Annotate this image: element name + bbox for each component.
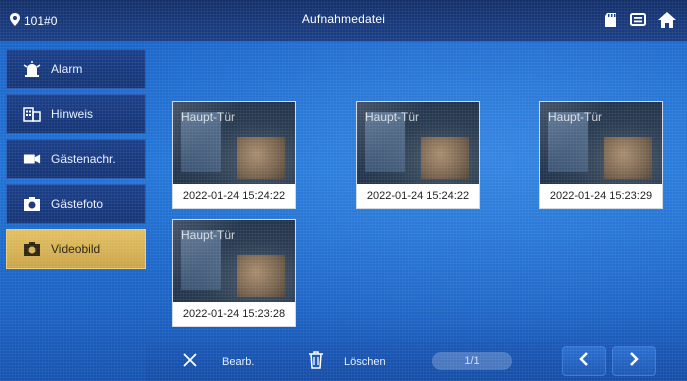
- chevron-right-icon: [628, 351, 640, 372]
- recording-image: Haupt-Tür: [173, 220, 295, 303]
- sidebar-item-label: Hinweis: [51, 107, 94, 121]
- edit-label: Bearb.: [222, 355, 255, 368]
- recording-datetime: 2022-01-24 15:23:28: [173, 302, 295, 326]
- sidebar-item-label: Gästefoto: [51, 197, 104, 211]
- edit-button[interactable]: Bearb.: [182, 352, 254, 371]
- page-indicator: 1/1: [432, 352, 512, 370]
- recording-thumbnail[interactable]: Haupt-Tür 2022-01-24 15:24:22: [356, 101, 480, 209]
- recording-image: Haupt-Tür: [173, 102, 295, 185]
- camera-overlay-text: Haupt-Tür: [181, 110, 236, 124]
- recording-thumbnail[interactable]: Haupt-Tür 2022-01-24 15:24:22: [172, 101, 296, 209]
- sidebar-item-label: Videobild: [51, 242, 101, 256]
- trash-icon: [306, 350, 326, 373]
- alarm-icon: [23, 61, 41, 77]
- sd-card-icon[interactable]: [601, 10, 621, 30]
- sidebar-item-gaestenachr[interactable]: Gästenachr.: [6, 139, 146, 179]
- message-icon[interactable]: [629, 10, 649, 30]
- recording-image: Haupt-Tür: [540, 102, 662, 185]
- notice-icon: [23, 106, 41, 122]
- top-icons: [601, 10, 677, 30]
- sidebar-item-label: Alarm: [51, 62, 83, 76]
- chevron-left-icon: [578, 351, 590, 372]
- delete-button[interactable]: Löschen: [306, 350, 386, 373]
- recording-thumbnail[interactable]: Haupt-Tür 2022-01-24 15:23:28: [172, 219, 296, 327]
- next-page-button[interactable]: [612, 346, 656, 376]
- sidebar-item-hinweis[interactable]: Hinweis: [6, 94, 146, 134]
- close-icon: [182, 352, 198, 371]
- prev-page-button[interactable]: [562, 346, 606, 376]
- camera-overlay-text: Haupt-Tür: [181, 228, 236, 242]
- sidebar-item-alarm[interactable]: Alarm: [6, 49, 146, 89]
- camera-overlay-text: Haupt-Tür: [365, 110, 420, 124]
- delete-label: Löschen: [344, 355, 386, 368]
- camera-icon: [23, 196, 41, 212]
- sidebar-item-videobild[interactable]: Videobild: [6, 229, 146, 269]
- sidebar: Alarm Hinweis Gästenachr. Gästefoto Vide…: [0, 42, 146, 342]
- recording-image: Haupt-Tür: [357, 102, 479, 185]
- recording-datetime: 2022-01-24 15:24:22: [173, 184, 295, 208]
- sidebar-item-gaestefoto[interactable]: Gästefoto: [6, 184, 146, 224]
- page-title: Aufnahmedatei: [301, 12, 386, 26]
- video-icon: [23, 241, 41, 257]
- recording-thumbnail[interactable]: Haupt-Tür 2022-01-24 15:23:29: [539, 101, 663, 209]
- video-camera-icon: [23, 151, 41, 167]
- home-icon[interactable]: [657, 10, 677, 30]
- recording-datetime: 2022-01-24 15:24:22: [357, 184, 479, 208]
- camera-overlay-text: Haupt-Tür: [548, 110, 603, 124]
- sidebar-item-label: Gästenachr.: [51, 152, 116, 166]
- screen: 101#0 Aufnahmedatei Alarm Hinweis Gästen…: [0, 0, 687, 381]
- recording-datetime: 2022-01-24 15:23:29: [540, 184, 662, 208]
- top-bar: 101#0 Aufnahmedatei: [0, 0, 687, 42]
